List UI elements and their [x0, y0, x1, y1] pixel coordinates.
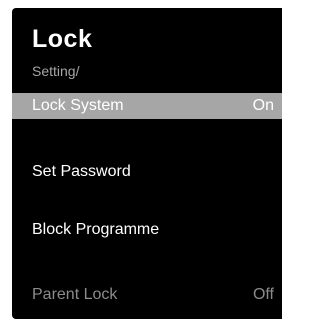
menu-item-parent-lock: Parent Lock Off — [12, 282, 282, 308]
menu-item-set-password[interactable]: Set Password — [12, 159, 282, 185]
menu-item-value: Off — [252, 286, 274, 303]
menu-item-label: Lock System — [32, 97, 124, 114]
menu-item-lock-system[interactable]: Lock System On — [12, 93, 282, 119]
page-title: Lock — [32, 25, 93, 53]
menu-item-label: Block Programme — [32, 221, 160, 238]
menu-item-value: On — [252, 97, 274, 114]
menu-item-block-programme[interactable]: Block Programme — [12, 217, 282, 243]
breadcrumb: Setting/ — [32, 63, 80, 79]
lock-menu-screen: Lock Setting/ Lock System On Set Passwor… — [12, 8, 282, 319]
menu-item-label: Set Password — [32, 163, 131, 180]
menu-item-label: Parent Lock — [32, 286, 118, 303]
